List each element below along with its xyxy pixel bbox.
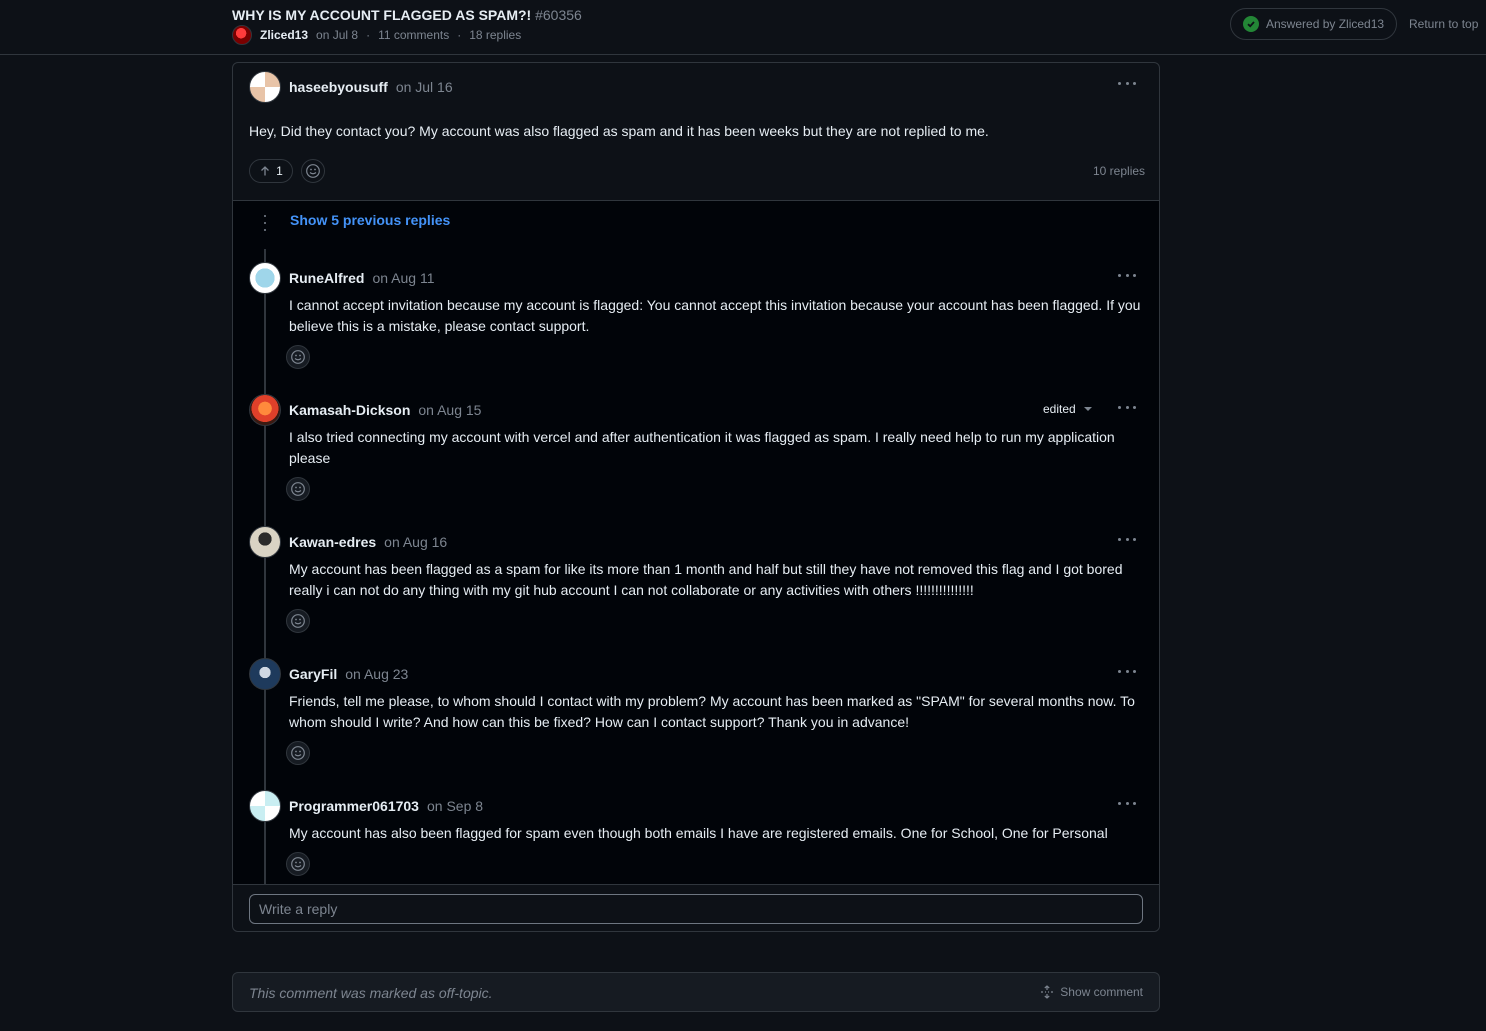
add-reaction-button[interactable] (286, 741, 310, 765)
smiley-icon (291, 614, 305, 628)
reply-date[interactable]: on Aug 15 (418, 402, 481, 418)
avatar[interactable] (249, 71, 281, 103)
add-reaction-button[interactable] (301, 159, 325, 183)
show-comment-label: Show comment (1060, 985, 1143, 999)
reply-body: My account has also been flagged for spa… (289, 825, 1108, 841)
avatar[interactable] (249, 658, 281, 690)
answered-label: Answered by Zliced13 (1266, 17, 1385, 31)
replies-section: Show 5 previous replies RuneAlfred on Au… (233, 200, 1159, 886)
discussion-date: on Jul 8 (316, 28, 359, 42)
reply-date[interactable]: on Sep 8 (427, 798, 483, 814)
reply-author[interactable]: GaryFil (289, 666, 337, 682)
reply-body: I cannot accept invitation because my ac… (289, 297, 1141, 334)
add-reaction-button[interactable] (286, 609, 310, 633)
reply-date[interactable]: on Aug 11 (372, 270, 434, 286)
reply-author[interactable]: Kawan-edres (289, 534, 376, 550)
reply-item: GaryFil on Aug 23 Friends, tell me pleas… (233, 657, 1159, 789)
edited-label: edited (1043, 402, 1076, 416)
reply-author[interactable]: Programmer061703 (289, 798, 419, 814)
caret-down-icon (1083, 407, 1092, 411)
reply-header: GaryFil on Aug 23 (289, 664, 408, 684)
reply-composer (233, 884, 1159, 931)
check-circle-icon (1243, 16, 1259, 32)
discussion-title: WHY IS MY ACCOUNT FLAGGED AS SPAM?! #603… (232, 7, 582, 23)
reply-body: Friends, tell me please, to whom should … (289, 693, 1135, 730)
comment-date[interactable]: on Jul 16 (396, 79, 453, 95)
avatar[interactable] (249, 262, 281, 294)
hidden-comment: This comment was marked as off-topic. Sh… (232, 972, 1160, 1012)
ellipsis-vertical-icon (263, 215, 267, 231)
reply-body: My account has been flagged as a spam fo… (289, 561, 1123, 598)
more-options-icon[interactable] (1115, 531, 1139, 547)
show-comment-button[interactable]: Show comment (1040, 985, 1143, 999)
more-options-icon[interactable] (1115, 75, 1139, 91)
reply-date[interactable]: on Aug 23 (345, 666, 408, 682)
reply-header: RuneAlfred on Aug 11 (289, 268, 434, 288)
smiley-icon (291, 746, 305, 760)
unfold-icon (1041, 985, 1054, 999)
add-reaction-button[interactable] (286, 477, 310, 501)
sticky-header: WHY IS MY ACCOUNT FLAGGED AS SPAM?! #603… (0, 0, 1486, 55)
reply-author[interactable]: RuneAlfred (289, 270, 364, 286)
avatar[interactable] (249, 790, 281, 822)
comment-author[interactable]: haseebyousuff (289, 79, 388, 95)
discussion-number: #60356 (535, 7, 582, 23)
comment-thread: haseebyousuff on Jul 16 Hey, Did they co… (232, 62, 1160, 932)
meta-separator: · (457, 28, 462, 42)
comment-header: haseebyousuff on Jul 16 (289, 77, 453, 97)
more-options-icon[interactable] (1115, 663, 1139, 679)
show-previous-replies-link[interactable]: Show 5 previous replies (290, 212, 450, 228)
avatar[interactable] (249, 394, 281, 426)
reply-item: RuneAlfred on Aug 11 I cannot accept inv… (233, 261, 1159, 393)
off-topic-notice: This comment was marked as off-topic. (249, 985, 493, 1001)
smiley-icon (291, 350, 305, 364)
more-options-icon[interactable] (1115, 267, 1139, 283)
arrow-up-icon (261, 166, 270, 176)
return-to-top-link[interactable]: Return to top (1409, 17, 1478, 31)
reply-date[interactable]: on Aug 16 (384, 534, 447, 550)
reply-author[interactable]: Kamasah-Dickson (289, 402, 410, 418)
add-reaction-button[interactable] (286, 345, 310, 369)
avatar[interactable] (249, 526, 281, 558)
main-comment: haseebyousuff on Jul 16 Hey, Did they co… (233, 63, 1159, 201)
meta-separator: · (366, 28, 371, 42)
reply-header: Kawan-edres on Aug 16 (289, 532, 447, 552)
comment-body: Hey, Did they contact you? My account wa… (249, 123, 989, 139)
discussion-title-text: WHY IS MY ACCOUNT FLAGGED AS SPAM?! (232, 7, 532, 23)
answered-badge[interactable]: Answered by Zliced13 (1230, 8, 1398, 40)
reply-header: Programmer061703 on Sep 8 (289, 796, 483, 816)
edited-dropdown[interactable]: edited (1043, 402, 1092, 416)
upvote-button[interactable]: 1 (249, 159, 293, 183)
smiley-icon (306, 164, 320, 178)
author-avatar[interactable] (232, 25, 252, 45)
discussion-meta: Zliced13 on Jul 8 · 11 comments · 18 rep… (232, 25, 521, 45)
upvote-count: 1 (276, 164, 283, 178)
more-options-icon[interactable] (1115, 795, 1139, 811)
replies-count: 10 replies (1093, 164, 1146, 178)
reply-item: Kamasah-Dickson on Aug 15 edited I also … (233, 393, 1159, 525)
discussion-author[interactable]: Zliced13 (260, 28, 308, 42)
add-reaction-button[interactable] (286, 852, 310, 876)
reply-item: Kawan-edres on Aug 16 My account has bee… (233, 525, 1159, 657)
replies-count: 18 replies (469, 28, 522, 42)
smiley-icon (291, 482, 305, 496)
reply-input[interactable] (249, 894, 1143, 924)
comments-count: 11 comments (378, 28, 450, 42)
more-options-icon[interactable] (1115, 399, 1139, 415)
reply-header: Kamasah-Dickson on Aug 15 (289, 400, 481, 420)
smiley-icon (291, 857, 305, 871)
reply-item: Programmer061703 on Sep 8 My account has… (233, 789, 1159, 885)
reply-body: I also tried connecting my account with … (289, 429, 1115, 466)
